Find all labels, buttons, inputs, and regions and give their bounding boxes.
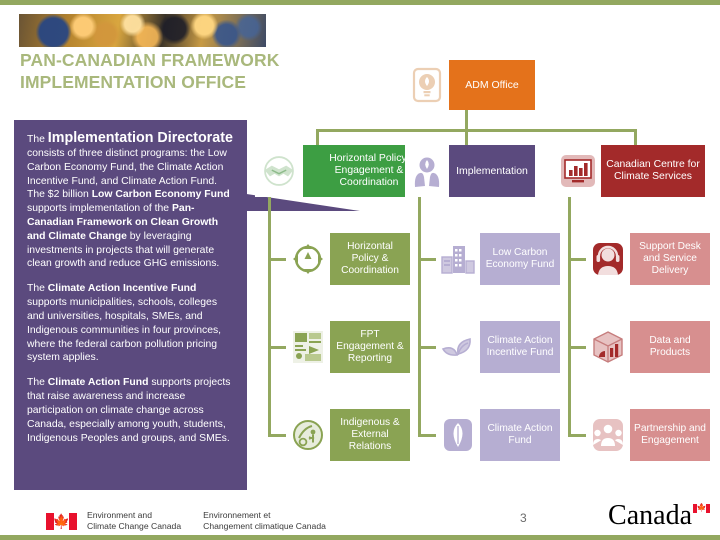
canada-wordmark-text: Canada — [608, 500, 692, 531]
connector-red-spine — [568, 197, 571, 437]
node-label: Horizontal Policy & Coordination — [341, 241, 399, 276]
node-label: Climate Action Fund — [487, 423, 553, 446]
department-name-en: Environment and Climate Change Canada — [87, 510, 182, 532]
connector-purple-to-child3 — [418, 434, 436, 437]
canada-flag-icon-small: 🍁 — [693, 504, 710, 513]
connector-purple-to-child1 — [418, 258, 436, 261]
node-indigenous-external-relations[interactable]: Indigenous & External Relations — [286, 409, 410, 461]
connector-purple-to-child2 — [418, 346, 436, 349]
node-climate-action-incentive-fund[interactable]: Climate Action Incentive Fund — [436, 321, 560, 373]
handshake-icon — [255, 145, 303, 197]
node-label: Low Carbon Economy Fund — [485, 247, 555, 270]
node-label: Climate Action Incentive Fund — [486, 335, 554, 358]
paragraph-climate-action-fund: The Climate Action Fund supports project… — [27, 376, 235, 445]
connector-root-stem — [465, 109, 468, 131]
hands-lightbulb-icon — [405, 145, 449, 197]
para2-bold: Climate Action Incentive Fund — [47, 283, 197, 295]
canada-wordmark: Canada 🍁 — [608, 502, 710, 530]
department-name-fr: Environnement et Changement climatique C… — [203, 510, 326, 532]
page-number: 3 — [520, 511, 527, 525]
connector-green-to-child3 — [268, 434, 286, 437]
slide-canvas: PAN-CANADIAN FRAMEWORK IMPLEMENTATION OF… — [0, 0, 720, 540]
lightbulb-icon — [405, 60, 449, 110]
buildings-icon — [436, 233, 480, 285]
headset-agent-icon — [586, 233, 630, 285]
indigenous-emblem-icon — [286, 409, 330, 461]
node-partnership-and-engagement[interactable]: Partnership and Engagement — [586, 409, 710, 461]
para3-lead: The — [27, 377, 48, 389]
node-label: FPT Engagement & Reporting — [336, 329, 404, 364]
node-label: Data and Products — [649, 335, 691, 358]
node-implementation[interactable]: Implementation — [405, 145, 535, 197]
node-label: Canadian Centre for Climate Services — [606, 158, 700, 182]
page-title: PAN-CANADIAN FRAMEWORK IMPLEMENTATION OF… — [20, 50, 280, 93]
node-adm-office[interactable]: ADM Office — [405, 60, 535, 110]
connector-green-to-child1 — [268, 258, 286, 261]
documents-icon — [286, 321, 330, 373]
node-label: ADM Office — [465, 78, 519, 91]
bokeh-photo-strip — [19, 14, 266, 47]
node-fpt-engagement-reporting[interactable]: FPT Engagement & Reporting — [286, 321, 410, 373]
connector-root-bus — [316, 129, 636, 132]
node-canadian-centre-for-climate-services[interactable]: Canadian Centre for Climate Services — [555, 145, 705, 197]
connector-red-to-child3 — [568, 434, 586, 437]
node-low-carbon-economy-fund[interactable]: Low Carbon Economy Fund — [436, 233, 560, 285]
compass-icon — [286, 233, 330, 285]
para1-lead: The — [27, 134, 48, 145]
connector-red-to-child2 — [568, 346, 586, 349]
para3-bold: Climate Action Fund — [47, 377, 149, 389]
description-panel: The Implementation Directorate consists … — [14, 120, 247, 490]
people-group-icon — [586, 409, 630, 461]
para1-bold-b: Low Carbon Economy Fund — [91, 189, 230, 201]
node-label: Partnership and Engagement — [634, 423, 706, 446]
node-support-desk-service-delivery[interactable]: Support Desk and Service Delivery — [586, 233, 710, 285]
canada-flag-icon: 🍁 — [46, 512, 77, 530]
para1-rest-b: supports implementation of the — [27, 203, 172, 215]
node-label: Implementation — [456, 164, 528, 177]
paragraph-climate-action-incentive-fund: The Climate Action Incentive Fund suppor… — [27, 282, 235, 365]
connector-green-to-child2 — [268, 346, 286, 349]
node-label: Support Desk and Service Delivery — [639, 241, 701, 276]
node-label: Indigenous & External Relations — [340, 417, 400, 452]
connector-purple-spine — [418, 197, 421, 437]
data-cube-icon — [586, 321, 630, 373]
para2-rest: supports municipalities, schools, colleg… — [27, 297, 222, 364]
connector-green-spine — [268, 197, 271, 437]
monitor-chart-icon — [555, 145, 601, 197]
ecc-logo: 🍁 Environment and Climate Change Canada … — [46, 510, 326, 533]
node-horizontal-policy-coordination[interactable]: Horizontal Policy & Coordination — [286, 233, 410, 285]
leaf-icon — [436, 409, 480, 461]
para1-bold-title: Implementation Directorate — [47, 130, 233, 146]
paragraph-implementation-directorate: The Implementation Directorate consists … — [27, 130, 235, 271]
para2-lead: The — [27, 283, 48, 295]
node-climate-action-fund[interactable]: Climate Action Fund — [436, 409, 560, 461]
leaf-sprout-icon — [436, 321, 480, 373]
connector-red-to-child1 — [568, 258, 586, 261]
node-data-and-products[interactable]: Data and Products — [586, 321, 710, 373]
